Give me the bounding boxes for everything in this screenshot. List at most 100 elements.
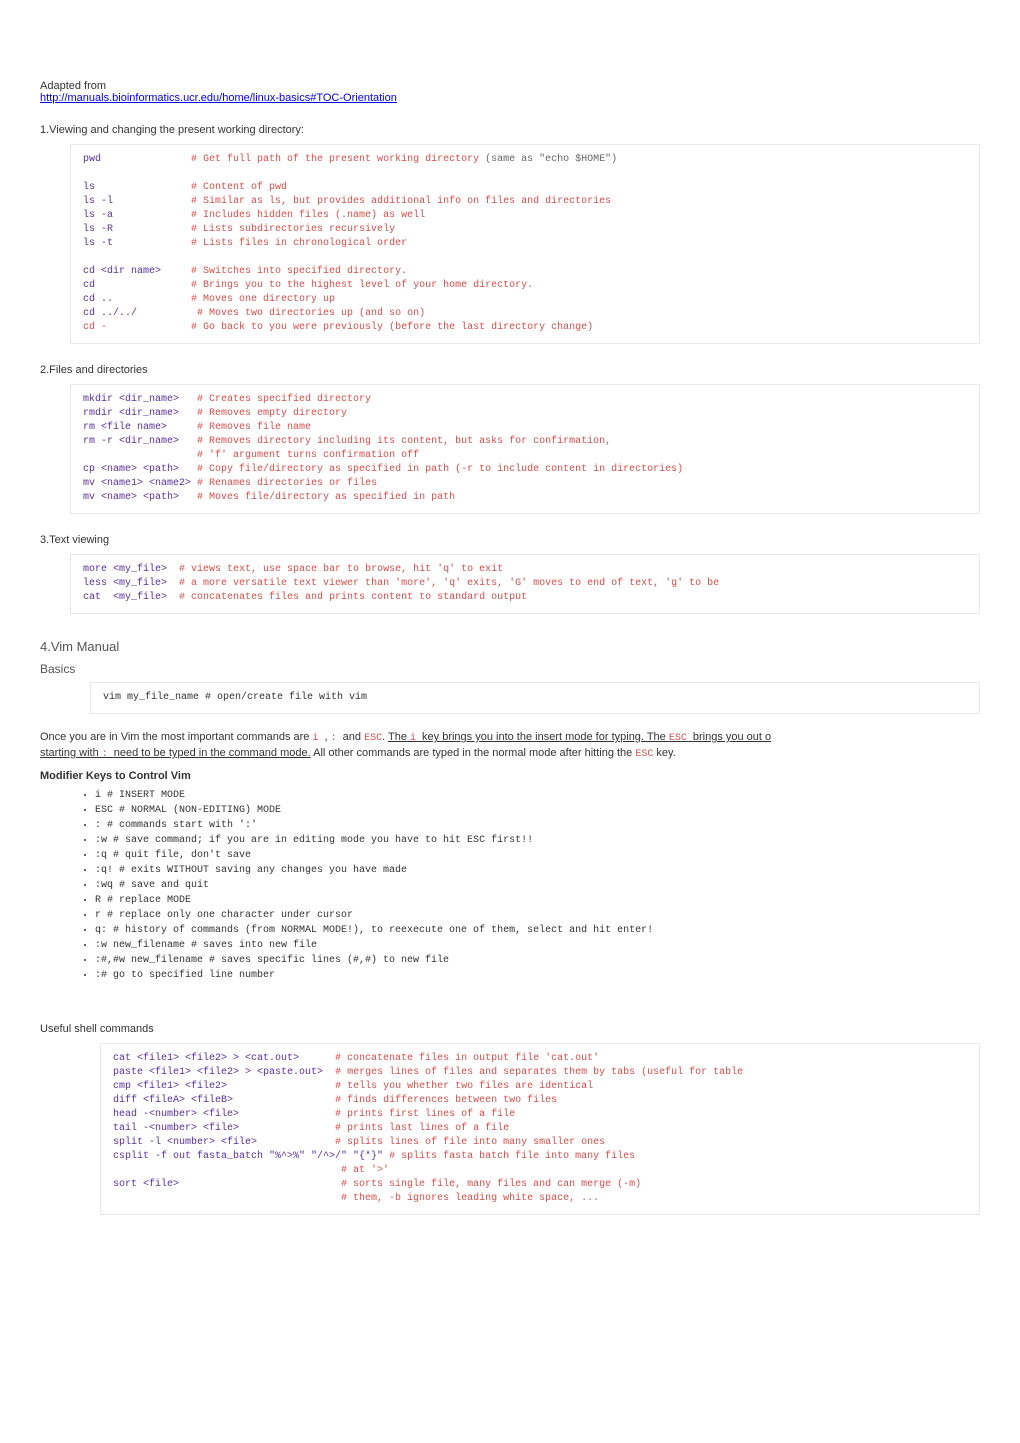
comment: # Renames directories or files [197, 478, 377, 489]
kw-colon: : [331, 733, 343, 744]
comment: # Removes file name [197, 422, 311, 433]
code-block-5: cat <file1> <file2> > <cat.out> # concat… [100, 1043, 980, 1215]
code-block-1: pwd # Get full path of the present worki… [70, 144, 980, 344]
cmd-cmp: cmp <file1> <file2> [113, 1081, 227, 1092]
source-link[interactable]: http://manuals.bioinformatics.ucr.edu/ho… [40, 92, 397, 104]
cmd-cd: cd [83, 280, 95, 291]
vim-intro-paragraph: Once you are in Vim the most important c… [40, 730, 980, 762]
code-block-vim: vim my_file_name # open/create file with… [90, 682, 980, 714]
comment: # Moves one directory up [191, 294, 335, 305]
cmd-tail: tail -<number> <file> [113, 1123, 239, 1134]
adapted-text: Adapted from [40, 80, 106, 92]
comment: # splits lines of file into many smaller… [335, 1137, 605, 1148]
section-2-title: 2.Files and directories [40, 364, 980, 376]
comment: # concatenates files and prints content … [179, 592, 527, 603]
useful-shell-title: Useful shell commands [40, 1023, 980, 1035]
code-block-2: mkdir <dir_name> # Creates specified dir… [70, 384, 980, 514]
comment: # sorts single file, many files and can … [341, 1179, 641, 1190]
comment: # prints last lines of a file [335, 1123, 509, 1134]
list-item: :#,#w new_filename # saves specific line… [95, 953, 980, 968]
list-item: :w # save command; if you are in editing… [95, 833, 980, 848]
list-item: r # replace only one character under cur… [95, 908, 980, 923]
u-text-3: brings you out o [693, 731, 771, 743]
comment: # 'f' argument turns confirmation off [197, 450, 419, 461]
after-text: All other commands are typed in the norm… [311, 747, 636, 759]
comment-extra: (same as "echo $HOME") [485, 154, 617, 165]
comment: # Includes hidden files (.name) as well [191, 210, 425, 221]
kw-esc: ESC [364, 733, 382, 744]
cmd-more: more <my_file> [83, 564, 167, 575]
cmd-cdm: cd - [83, 322, 107, 333]
cmd-lsl: ls -l [83, 196, 113, 207]
kw-esc3: ESC [635, 749, 653, 760]
comment: # Copy file/directory as specified in pa… [197, 464, 683, 475]
comment: # Similar as ls, but provides additional… [191, 196, 611, 207]
section-3-title: 3.Text viewing [40, 534, 980, 546]
comment: # finds differences between two files [335, 1095, 557, 1106]
comment: # merges lines of files and separates th… [335, 1067, 743, 1078]
list-item: :q # quit file, don't save [95, 848, 980, 863]
kw-colon2: : [102, 749, 114, 760]
comment: # Lists subdirectories recursively [191, 224, 395, 235]
comment: # at '>' [341, 1165, 389, 1176]
comment: # Go back to you were previously (before… [191, 322, 593, 333]
cmd-sort: sort <file> [113, 1179, 179, 1190]
comment: # Lists files in chronological order [191, 238, 407, 249]
u-text-1: The [388, 731, 410, 743]
comment: # Removes directory including its conten… [197, 436, 611, 447]
comment: # Moves file/directory as specified in p… [197, 492, 455, 503]
section-1-title: 1.Viewing and changing the present worki… [40, 124, 980, 136]
list-item: ESC # NORMAL (NON-EDITING) MODE [95, 803, 980, 818]
comment: # them, -b ignores leading white space, … [341, 1193, 599, 1204]
list-item: :q! # exits WITHOUT saving any changes y… [95, 863, 980, 878]
list-item: i # INSERT MODE [95, 788, 980, 803]
kw-i2: i [410, 733, 422, 744]
list-item: :# go to specified line number [95, 968, 980, 983]
cmd-lsR: ls -R [83, 224, 113, 235]
cmd-cat2: cat <file1> <file2> > <cat.out> [113, 1053, 299, 1064]
cmd-cdu2: cd ../../ [83, 308, 137, 319]
comment: # tells you whether two files are identi… [335, 1081, 593, 1092]
and-text: and [343, 731, 364, 743]
cmd-rmdir: rmdir <dir_name> [83, 408, 179, 419]
cmd-lsa: ls -a [83, 210, 113, 221]
u-text-5: need to be typed in the command mode. [114, 747, 311, 759]
cmd-cat: cat <my_file> [83, 592, 167, 603]
cmd-lst: ls -t [83, 238, 113, 249]
cmd-cp: cp <name> <path> [83, 464, 179, 475]
cmd-paste: paste <file1> <file2> > <paste.out> [113, 1067, 323, 1078]
cmd-csplit: csplit -f out fasta_batch "%^>%" "/^>/" … [113, 1151, 383, 1162]
comment: # Switches into specified directory. [191, 266, 407, 277]
cmd-head: head -<number> <file> [113, 1109, 239, 1120]
comment: # concatenate files in output file 'cat.… [335, 1053, 599, 1064]
kw-i: i [312, 733, 324, 744]
code-block-3: more <my_file> # views text, use space b… [70, 554, 980, 614]
after-text-2: key. [653, 747, 675, 759]
list-item: : # commands start with ':' [95, 818, 980, 833]
cmd-split: split -l <number> <file> [113, 1137, 257, 1148]
comment: # Brings you to the highest level of you… [191, 280, 533, 291]
comment: # Removes empty directory [197, 408, 347, 419]
cmd-less: less <my_file> [83, 578, 167, 589]
comment: # Get full path of the present working d… [191, 154, 479, 165]
list-item: :wq # save and quit [95, 878, 980, 893]
comment: # Creates specified directory [197, 394, 371, 405]
u-text-2: key brings you into the insert mode for … [422, 731, 669, 743]
cmd-mkdir: mkdir <dir_name> [83, 394, 179, 405]
comment: # splits fasta batch file into many file… [389, 1151, 635, 1162]
comment: # Moves two directories up (and so on) [197, 308, 425, 319]
comment: # prints first lines of a file [335, 1109, 515, 1120]
list-item: q: # history of commands (from NORMAL MO… [95, 923, 980, 938]
cmd-mv1: mv <name1> <name2> [83, 478, 191, 489]
cmd-rm: rm <file name> [83, 422, 167, 433]
cmd-ls: ls [83, 182, 95, 193]
u-text-4: starting with [40, 747, 102, 759]
cmd-pwd: pwd [83, 154, 101, 165]
modifier-keys-list: i # INSERT MODE ESC # NORMAL (NON-EDITIN… [95, 788, 980, 983]
list-item: :w new_filename # saves into new file [95, 938, 980, 953]
cmd-cdd: cd <dir name> [83, 266, 161, 277]
kw-esc2: ESC [669, 733, 693, 744]
vim-para-text: Once you are in Vim the most important c… [40, 731, 312, 743]
cmd-rmr: rm -r <dir_name> [83, 436, 179, 447]
cmd-cdu: cd .. [83, 294, 113, 305]
